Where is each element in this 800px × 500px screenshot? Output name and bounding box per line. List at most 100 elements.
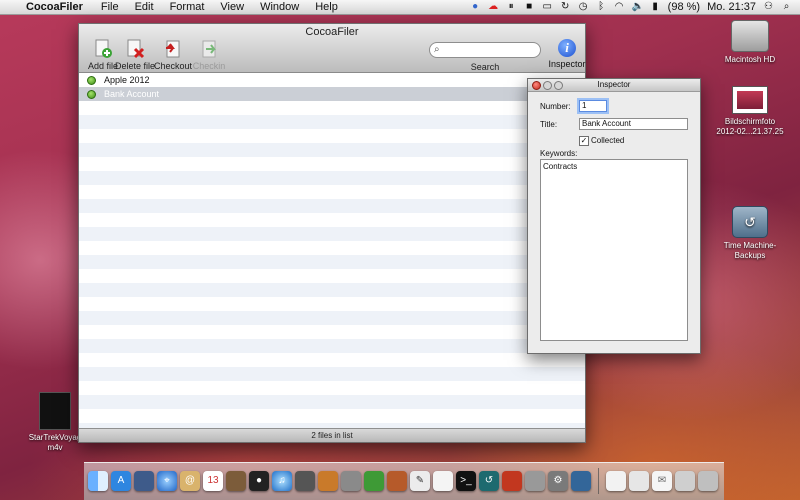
envelope-icon[interactable]: ✉ xyxy=(652,471,672,491)
desktop-icon-label: Macintosh HD xyxy=(724,55,776,64)
status-dot-icon xyxy=(87,89,96,99)
package-icon[interactable] xyxy=(318,471,338,491)
desktop-icon-label: 2012-02...21.37.25 xyxy=(716,127,784,136)
title-label: Title: xyxy=(540,120,558,129)
inspector-title: Inspector xyxy=(597,80,631,89)
collected-label: Collected xyxy=(591,136,625,145)
dock-separator xyxy=(598,468,599,494)
collected-checkbox[interactable]: ✓ xyxy=(579,136,589,146)
desktop-icon-label: Bildschirmfoto xyxy=(724,117,776,126)
list-item[interactable]: Apple 2012 xyxy=(79,73,585,87)
xcode-icon[interactable]: ✎ xyxy=(410,471,430,491)
search-label: Search xyxy=(470,62,500,72)
address-book-icon[interactable]: @ xyxy=(180,471,200,491)
number-field[interactable]: 1 xyxy=(579,100,607,112)
bluetooth-icon[interactable]: ᛒ xyxy=(596,2,607,12)
refresh-icon[interactable]: ↻ xyxy=(560,2,571,12)
terminal-icon[interactable]: >_ xyxy=(456,471,476,491)
sync-icon[interactable]: ● xyxy=(470,2,481,12)
user-icon[interactable]: ⚇ xyxy=(763,2,774,12)
zoom-icon[interactable] xyxy=(554,81,563,90)
finder-icon[interactable] xyxy=(88,471,108,491)
file-name: Bank Account xyxy=(104,89,160,99)
menu-bar: CocoaFiler File Edit Format View Window … xyxy=(0,0,800,15)
trash-icon[interactable] xyxy=(698,471,718,491)
wifi-icon[interactable]: ◠ xyxy=(614,2,625,12)
file-list: Apple 2012 Bank Account xyxy=(79,73,585,429)
menu-edit[interactable]: Edit xyxy=(135,1,154,13)
screenshot-app-icon[interactable] xyxy=(525,471,545,491)
battery-icon[interactable]: ▮ xyxy=(650,2,661,12)
time-machine-icon[interactable]: ◷ xyxy=(578,2,589,12)
itunes-icon[interactable]: ♫ xyxy=(272,471,292,491)
status-dot-icon xyxy=(87,75,96,85)
search-input[interactable]: ⌕ xyxy=(429,42,541,58)
preview-icon[interactable] xyxy=(433,471,453,491)
facetime-icon[interactable] xyxy=(295,471,315,491)
desktop-icon-label: m4v xyxy=(47,443,63,452)
delete-file-icon xyxy=(125,39,145,59)
cloud-icon[interactable]: ☁ xyxy=(488,2,499,12)
hard-drive-icon xyxy=(731,20,769,52)
minimize-icon[interactable] xyxy=(543,81,552,90)
desktop-icon-label: Backups xyxy=(734,251,766,260)
mission-control-icon[interactable] xyxy=(134,471,154,491)
battery-percent: (98 %) xyxy=(667,1,701,13)
app-menu[interactable]: CocoaFiler xyxy=(26,1,83,13)
inspector-titlebar: Inspector xyxy=(528,79,700,92)
dock: A ⌖ @ 13 ● ♫ ✎ >_ ↺ ⚙ ✉ xyxy=(84,462,724,500)
title-field[interactable]: Bank Account xyxy=(579,118,688,130)
window-title: CocoaFiler xyxy=(305,26,359,38)
file-name: Apple 2012 xyxy=(104,75,150,85)
pause-icon[interactable]: ⏸ xyxy=(506,2,517,12)
number-label: Number: xyxy=(540,102,571,111)
keywords-field[interactable]: Contracts xyxy=(540,159,688,341)
menu-file[interactable]: File xyxy=(101,1,119,13)
add-file-icon xyxy=(93,39,113,59)
checkin-button[interactable]: Checkin xyxy=(187,39,231,71)
photo-booth-icon[interactable] xyxy=(226,471,246,491)
list-item[interactable]: Bank Account xyxy=(79,87,585,101)
menu-help[interactable]: Help xyxy=(315,1,338,13)
menu-window[interactable]: Window xyxy=(260,1,299,13)
dvd-player-icon[interactable]: ● xyxy=(249,471,269,491)
downloads-folder-icon[interactable] xyxy=(675,471,695,491)
keywords-label: Keywords: xyxy=(540,149,578,158)
window-toolbar: CocoaFiler Add file Delete file Checkout… xyxy=(79,24,586,73)
desktop-icon-label: Time Machine- xyxy=(723,241,777,250)
system-preferences-icon[interactable]: ⚙ xyxy=(548,471,568,491)
volume-icon[interactable]: 🔈 xyxy=(632,2,644,12)
desktop-icon-screenshot[interactable]: Bildschirmfoto 2012-02...21.37.25 xyxy=(708,86,792,137)
display-icon[interactable]: ▭ xyxy=(542,2,553,12)
status-area: ● ☁ ⏸ ■ ▭ ↻ ◷ ᛒ ◠ 🔈 ▮ (98 %) Mo. 21:37 ⚇… xyxy=(470,1,800,13)
inspector-panel: Inspector Number: 1 Title: Bank Account … xyxy=(527,78,701,354)
menu-view[interactable]: View xyxy=(220,1,244,13)
checkout-icon xyxy=(163,39,183,59)
calendar-icon[interactable]: 13 xyxy=(203,471,223,491)
clock[interactable]: Mo. 21:37 xyxy=(707,1,756,13)
checkin-icon xyxy=(199,39,219,59)
search-icon: ⌕ xyxy=(434,44,440,55)
time-machine-drive-icon: ↺ xyxy=(732,206,768,238)
virtualbox-icon[interactable] xyxy=(502,471,522,491)
inspector-button[interactable]: i Inspector xyxy=(548,39,586,69)
rocket-icon[interactable] xyxy=(341,471,361,491)
document-icon[interactable] xyxy=(606,471,626,491)
app-icon[interactable] xyxy=(571,471,591,491)
app-store-icon[interactable]: A xyxy=(111,471,131,491)
desktop-icon-macintosh-hd[interactable]: Macintosh HD xyxy=(718,20,782,65)
leaf-icon[interactable] xyxy=(364,471,384,491)
menu-format[interactable]: Format xyxy=(170,1,205,13)
spotlight-icon[interactable]: ⌕ xyxy=(781,2,792,12)
checkin-label: Checkin xyxy=(192,61,226,71)
main-window: CocoaFiler Add file Delete file Checkout… xyxy=(78,23,586,443)
safari-icon[interactable]: ⌖ xyxy=(157,471,177,491)
close-icon[interactable] xyxy=(532,81,541,90)
app-icon[interactable] xyxy=(387,471,407,491)
desktop-icon-time-machine[interactable]: ↺ Time Machine- Backups xyxy=(713,206,787,261)
status-bar: 2 files in list xyxy=(79,428,585,442)
info-icon: i xyxy=(558,39,576,57)
box-icon[interactable]: ■ xyxy=(524,2,535,12)
document-icon[interactable] xyxy=(629,471,649,491)
time-machine-dock-icon[interactable]: ↺ xyxy=(479,471,499,491)
